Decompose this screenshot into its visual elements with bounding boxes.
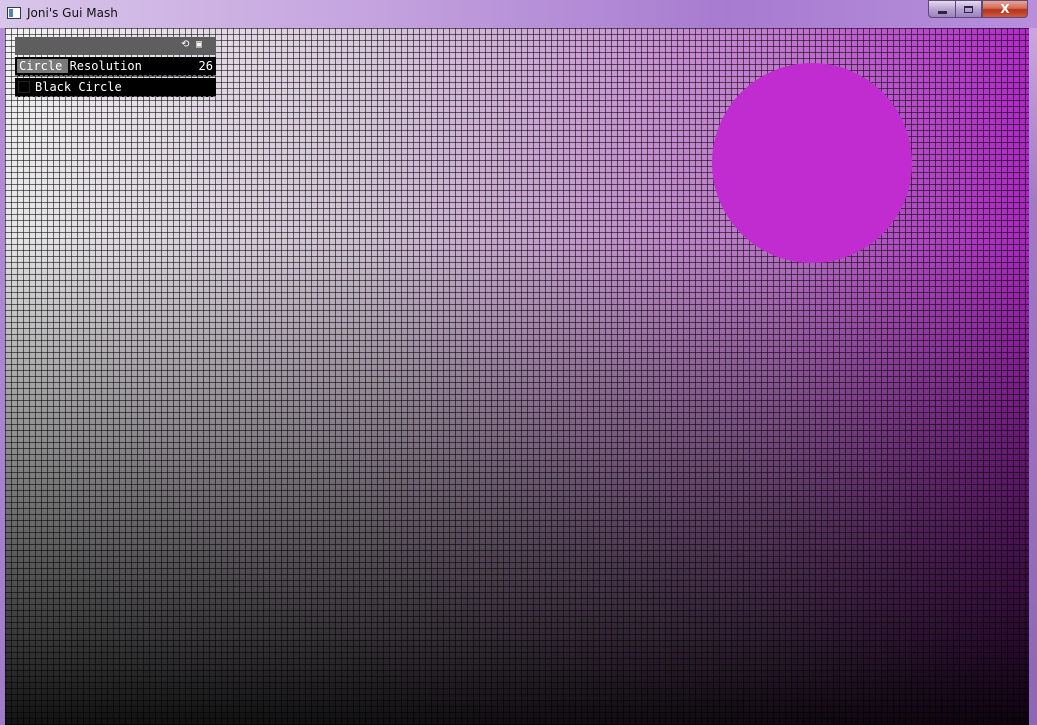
app-icon[interactable] [7,7,21,19]
minimize-button[interactable] [928,0,955,18]
maximize-icon [964,5,973,13]
title-bar[interactable]: Joni's Gui Mash X [0,0,1037,28]
close-icon: X [1000,2,1010,16]
checkbox[interactable] [18,81,30,93]
window-border-right [1029,28,1037,725]
refresh-icon[interactable]: ⟲ [181,39,189,51]
toggle-label: Black Circle [35,80,122,94]
black-circle-toggle[interactable]: Black Circle [15,78,216,97]
render-canvas[interactable] [5,28,1029,725]
slider-label: Circle Resolution [19,59,142,73]
caption-buttons: X [928,0,1028,19]
save-icon[interactable]: ▣ [196,39,202,51]
window-title: Joni's Gui Mash [27,6,118,20]
maximize-button[interactable] [955,0,982,18]
app-window: Joni's Gui Mash X ⟲ ▣ Circle Resolution … [0,0,1037,725]
close-button[interactable]: X [982,0,1028,18]
circle-resolution-slider[interactable]: Circle Resolution 26 [15,57,216,76]
gui-panel-header[interactable]: ⟲ ▣ [15,37,216,55]
minimize-icon [937,10,947,14]
slider-value: 26 [198,59,213,73]
magenta-circle [712,63,912,263]
gui-panel: ⟲ ▣ Circle Resolution 26 Black Circle [15,37,216,97]
